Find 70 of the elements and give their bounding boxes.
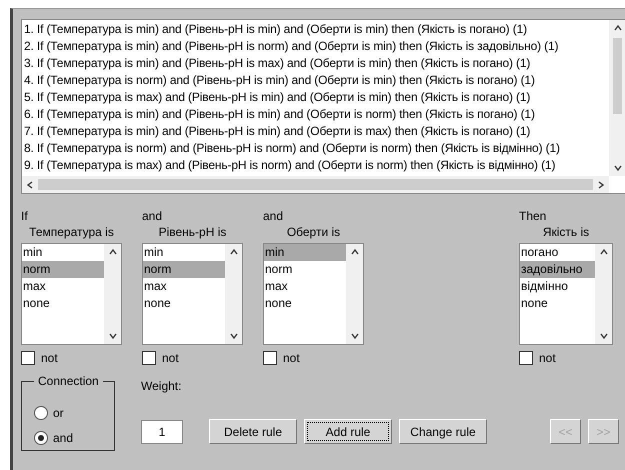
rule-item[interactable]: 4. If (Температура is norm) and (Рівень-pH is min) and (Оберти is min) then (Якість is погано) (1) xyxy=(24,72,609,89)
membership-list[interactable]: погано задовільно відмінно none xyxy=(519,243,613,345)
scroll-down-icon[interactable] xyxy=(598,331,608,341)
rule-item[interactable]: 2. If (Температура is min) and (Рівень-pH is norm) and (Оберти is min) then (Якість is задовільно) (1) xyxy=(24,38,609,55)
rule-item[interactable]: 5. If (Температура is max) and (Рівень-pH is min) and (Оберти is min) then (Якість is погано) (1) xyxy=(24,89,609,106)
not-checkbox[interactable] xyxy=(142,351,156,365)
list-item[interactable]: max xyxy=(143,278,225,295)
list-item[interactable]: norm xyxy=(22,261,104,278)
list-item[interactable]: none xyxy=(22,295,104,312)
rule-button[interactable]: Change rule xyxy=(399,419,487,444)
list-item[interactable]: none xyxy=(143,295,225,312)
scroll-up-icon[interactable] xyxy=(612,23,622,33)
column-header: and xyxy=(142,208,164,224)
list-item[interactable]: min xyxy=(264,244,346,261)
variable-label: Рівень-pH is xyxy=(158,224,228,241)
radio-button[interactable] xyxy=(34,406,48,420)
checkbox-label: not xyxy=(283,351,300,365)
membership-list[interactable]: min norm max none xyxy=(263,243,364,345)
group-title: Connection xyxy=(34,374,103,388)
scroll-left-icon[interactable] xyxy=(25,180,35,190)
rule-button[interactable]: Delete rule xyxy=(209,419,297,444)
rule-list[interactable] xyxy=(21,19,625,194)
column-header: and xyxy=(263,208,284,224)
scroll-right-icon[interactable] xyxy=(596,180,606,190)
rule-item[interactable]: 9. If (Температура is max) and (Рівень-pH is norm) and (Оберти is norm) then (Якість is відмінно) (1) xyxy=(24,157,609,174)
not-checkbox[interactable] xyxy=(263,351,277,365)
weight-field[interactable]: 1 xyxy=(141,420,183,444)
list-item[interactable]: norm xyxy=(264,261,346,278)
list-item[interactable]: задовільно xyxy=(520,261,595,278)
membership-list[interactable]: min norm max none xyxy=(142,243,243,345)
list-item[interactable]: none xyxy=(264,295,346,312)
scrollbar[interactable] xyxy=(22,176,609,193)
checkbox-label: not xyxy=(41,351,58,365)
membership-list[interactable]: min norm max none xyxy=(21,243,122,345)
scroll-down-icon[interactable] xyxy=(108,331,118,341)
column-header: If xyxy=(21,208,29,224)
list-item[interactable]: погано xyxy=(520,244,595,261)
column-header: Then xyxy=(519,208,548,224)
rule-item[interactable]: 7. If (Температура is min) and (Рівень-pH is min) and (Оберти is max) then (Якість is погано) (1) xyxy=(24,123,609,140)
checkbox-label: not xyxy=(162,351,179,365)
scroll-up-icon[interactable] xyxy=(228,247,238,257)
scroll-down-icon[interactable] xyxy=(350,331,360,341)
list-item[interactable]: max xyxy=(22,278,104,295)
list-item[interactable]: min xyxy=(22,244,104,261)
scroll-up-icon[interactable] xyxy=(350,247,360,257)
list-item[interactable]: відмінно xyxy=(520,278,595,295)
scrollbar[interactable] xyxy=(609,20,625,176)
rule-item[interactable]: 6. If (Температура is min) and (Рівень-pH is min) and (Оберти is norm) then (Якість is погано) (1) xyxy=(24,106,609,123)
radio-button[interactable] xyxy=(34,430,48,444)
scroll-up-icon[interactable] xyxy=(108,247,118,257)
list-item[interactable]: max xyxy=(264,278,346,295)
list-item[interactable]: none xyxy=(520,295,595,312)
list-item[interactable]: norm xyxy=(143,261,225,278)
scroll-down-icon[interactable] xyxy=(612,163,622,173)
list-item[interactable]: min xyxy=(143,244,225,261)
rule-button[interactable]: Add rule xyxy=(304,419,392,444)
variable-label: Оберти is xyxy=(286,224,342,241)
checkbox-label: not xyxy=(539,351,556,365)
scroll-down-icon[interactable] xyxy=(228,331,238,341)
scroll-up-icon[interactable] xyxy=(598,247,608,257)
variable-label: Температура is xyxy=(28,224,115,241)
rule-item[interactable]: 8. If (Температура is norm) and (Рівень-pH is norm) and (Оберти is norm) then (Якість is відмінно) (1) xyxy=(24,140,609,157)
rule-item[interactable]: 1. If (Температура is min) and (Рівень-pH is min) and (Оберти is min) then (Якість is погано) (1) xyxy=(24,21,609,38)
not-checkbox[interactable] xyxy=(519,351,533,365)
not-checkbox[interactable] xyxy=(21,351,35,365)
rule-item[interactable]: 3. If (Температура is min) and (Рівень-pH is max) and (Оберти is min) then (Якість is погано) (1) xyxy=(24,55,609,72)
radio-label: and xyxy=(53,430,74,444)
weight-label: Weight: xyxy=(141,379,182,393)
variable-label: Якість is xyxy=(542,224,590,241)
radio-label: or xyxy=(53,406,64,420)
